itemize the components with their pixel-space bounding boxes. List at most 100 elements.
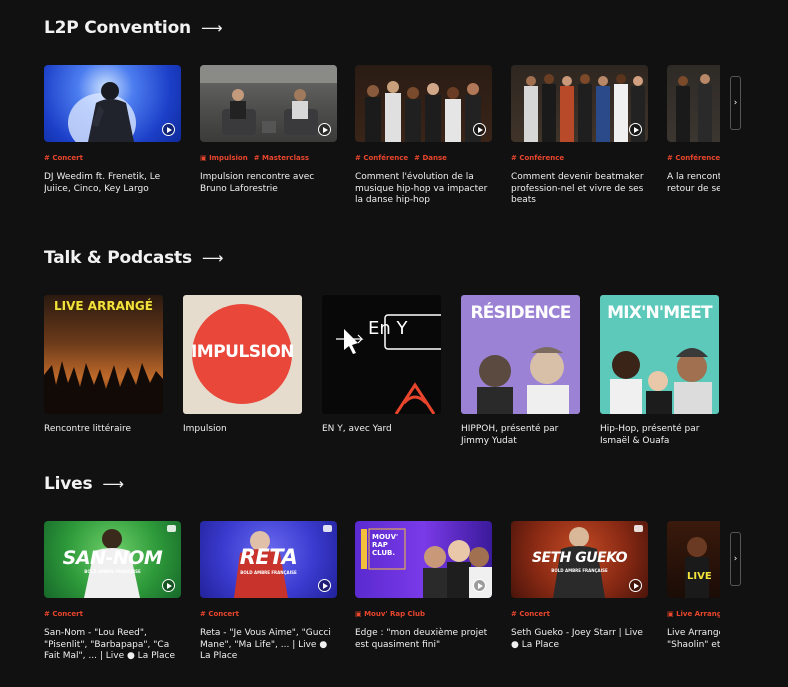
podcast-card[interactable]: LIVE ARRANGÉ Rencontre littéraire — [44, 295, 163, 436]
play-icon[interactable] — [629, 579, 642, 592]
play-icon[interactable] — [473, 123, 486, 136]
video-thumbnail[interactable]: LIVE — [667, 521, 720, 598]
podcast-cover[interactable]: RÉSIDENCE — [461, 295, 580, 414]
podcast-cover[interactable]: MIX'N'MEET — [600, 295, 719, 414]
tag[interactable]: Conférence — [355, 154, 408, 162]
tag[interactable]: Concert — [44, 610, 83, 618]
video-card[interactable]: SETH GUEKO BOLD AMBRE FRANÇAISE Concert … — [511, 521, 648, 651]
card-title[interactable]: Rencontre littéraire — [44, 424, 163, 436]
play-icon[interactable] — [162, 123, 175, 136]
video-card[interactable]: SAN-NOM BOLD AMBRE FRANÇAISE Concert San… — [44, 521, 181, 663]
card-tags: Mouv' Rap Club — [355, 610, 492, 618]
section-title-label: Lives — [44, 474, 93, 494]
card-title[interactable]: EN Y, avec Yard — [322, 424, 441, 436]
podcast-cover[interactable]: LIVE ARRANGÉ — [44, 295, 163, 414]
arrow-right-icon: ⟶ — [102, 475, 124, 493]
video-thumbnail[interactable]: MOUV' RAP CLUB. — [355, 521, 492, 598]
carousel-next-button[interactable]: › — [730, 532, 741, 586]
card-tags: Concert — [44, 610, 181, 618]
video-card[interactable]: Conférence Comment devenir beatmaker pro… — [511, 65, 648, 207]
video-thumbnail[interactable] — [44, 65, 181, 142]
play-icon[interactable] — [318, 579, 331, 592]
lives-carousel: SAN-NOM BOLD AMBRE FRANÇAISE Concert San… — [44, 521, 720, 687]
video-thumbnail[interactable] — [355, 65, 492, 142]
card-title[interactable]: A la rencontre des hitmakers : retour de… — [667, 172, 720, 195]
podcast-card[interactable]: IMPULSION Impulsion — [183, 295, 302, 436]
video-card[interactable]: RETA BOLD AMBRE FRANÇAISE Concert Reta -… — [200, 521, 337, 663]
logo-icon — [634, 525, 643, 532]
cover-text: IMPULSION — [190, 342, 295, 362]
podcast-card[interactable]: RÉSIDENCE HIPPOH, présenté par Jimmy Yud… — [461, 295, 580, 447]
arrow-right-icon: ⟶ — [200, 19, 223, 37]
video-card[interactable]: Conférence A la rencontre des hitmakers … — [667, 65, 720, 195]
video-card[interactable]: LIVE Live Arrangé Live Arrangé : Jok'air… — [667, 521, 720, 651]
podcast-card[interactable]: En Y EN Y, avec Yard — [322, 295, 441, 436]
card-title[interactable]: Edge : "mon deuxième projet est quasimen… — [355, 628, 492, 651]
video-thumbnail[interactable] — [511, 65, 648, 142]
card-title[interactable]: Live Arrangé : Jok'air revisite "Shaolin… — [667, 628, 720, 651]
card-title[interactable]: Hip-Hop, présenté par Ismaël & Ouafa — [600, 424, 719, 447]
cover-text: LIVE ARRANGÉ — [54, 299, 153, 313]
chevron-right-icon: › — [733, 554, 738, 564]
logo-icon — [167, 525, 176, 532]
card-tags: Conférence — [511, 154, 648, 162]
video-thumbnail[interactable]: SAN-NOM BOLD AMBRE FRANÇAISE — [44, 521, 181, 598]
section-title-label: L2P Convention — [44, 18, 191, 38]
podcast-card[interactable]: MIX'N'MEET Hip-Hop, présenté par Ismaël … — [600, 295, 719, 447]
video-card[interactable]: Conférence Danse Comment l'évolution de … — [355, 65, 492, 207]
tag[interactable]: Live Arrangé — [667, 610, 720, 618]
tag[interactable]: Masterclass — [254, 154, 309, 162]
cover-text: MOUV' RAP CLUB. — [372, 533, 399, 557]
cover-text: RÉSIDENCE — [470, 303, 571, 323]
podcast-cover[interactable]: IMPULSION — [183, 295, 302, 414]
tag[interactable]: Concert — [44, 154, 83, 162]
card-title[interactable]: HIPPOH, présenté par Jimmy Yudat — [461, 424, 580, 447]
cover-text: LIVE — [687, 571, 712, 582]
card-tags: Impulsion Masterclass — [200, 154, 337, 162]
play-icon[interactable] — [318, 123, 331, 136]
cover-subtext: BOLD AMBRE FRANÇAISE — [84, 569, 141, 574]
video-card[interactable]: MOUV' RAP CLUB. Mouv' Rap Club Edge : "m… — [355, 521, 492, 651]
card-title[interactable]: DJ Weedim ft. Frenetik, Le Juiice, Cinco… — [44, 172, 181, 195]
tag[interactable]: Conférence — [667, 154, 720, 162]
tag[interactable]: Danse — [414, 154, 446, 162]
card-title[interactable]: Comment l'évolution de la musique hip-ho… — [355, 172, 492, 207]
play-icon[interactable] — [629, 123, 642, 136]
card-title[interactable]: Reta - "Je Vous Aime", "Gucci Mane", "Ma… — [200, 628, 337, 663]
video-thumbnail[interactable] — [667, 65, 720, 142]
podcast-cover[interactable]: En Y — [322, 295, 441, 414]
card-title[interactable]: San-Nom - "Lou Reed", "Pisenlit", "Barba… — [44, 628, 181, 663]
arrow-right-icon: ⟶ — [201, 249, 224, 267]
cover-subtext: BOLD AMBRE FRANÇAISE — [240, 570, 297, 575]
cover-text: RETA — [239, 545, 298, 569]
card-title[interactable]: Seth Gueko - Joey Starr | Live ● La Plac… — [511, 628, 648, 651]
card-title[interactable]: Impulsion rencontre avec Bruno Laforestr… — [200, 172, 337, 195]
video-card[interactable]: Impulsion Masterclass Impulsion rencontr… — [200, 65, 337, 195]
card-tags: Live Arrangé — [667, 610, 720, 618]
play-icon[interactable] — [162, 579, 175, 592]
cover-text: SETH GUEKO — [531, 550, 628, 566]
tag[interactable]: Concert — [200, 610, 239, 618]
card-tags: Conférence Danse — [355, 154, 492, 162]
card-tags: Concert — [511, 610, 648, 618]
section-title-talk[interactable]: Talk & Podcasts ⟶ — [44, 248, 223, 268]
carousel-next-button[interactable]: › — [730, 76, 741, 130]
card-tags: Concert — [44, 154, 181, 162]
cover-text: MIX'N'MEET — [607, 303, 713, 323]
section-title-label: Talk & Podcasts — [44, 248, 192, 268]
tag[interactable]: Impulsion — [200, 154, 248, 162]
card-title[interactable]: Impulsion — [183, 424, 302, 436]
card-title[interactable]: Comment devenir beatmaker profession-nel… — [511, 172, 648, 207]
tag[interactable]: Concert — [511, 610, 550, 618]
tag[interactable]: Conférence — [511, 154, 564, 162]
video-thumbnail[interactable] — [200, 65, 337, 142]
video-thumbnail[interactable]: RETA BOLD AMBRE FRANÇAISE — [200, 521, 337, 598]
card-tags: Concert — [200, 610, 337, 618]
play-icon[interactable] — [473, 579, 486, 592]
section-title-convention[interactable]: L2P Convention ⟶ — [44, 18, 222, 38]
section-title-lives[interactable]: Lives ⟶ — [44, 474, 124, 494]
tag[interactable]: Mouv' Rap Club — [355, 610, 425, 618]
logo-icon — [323, 525, 332, 532]
video-card[interactable]: Concert DJ Weedim ft. Frenetik, Le Juiic… — [44, 65, 181, 195]
video-thumbnail[interactable]: SETH GUEKO BOLD AMBRE FRANÇAISE — [511, 521, 648, 598]
